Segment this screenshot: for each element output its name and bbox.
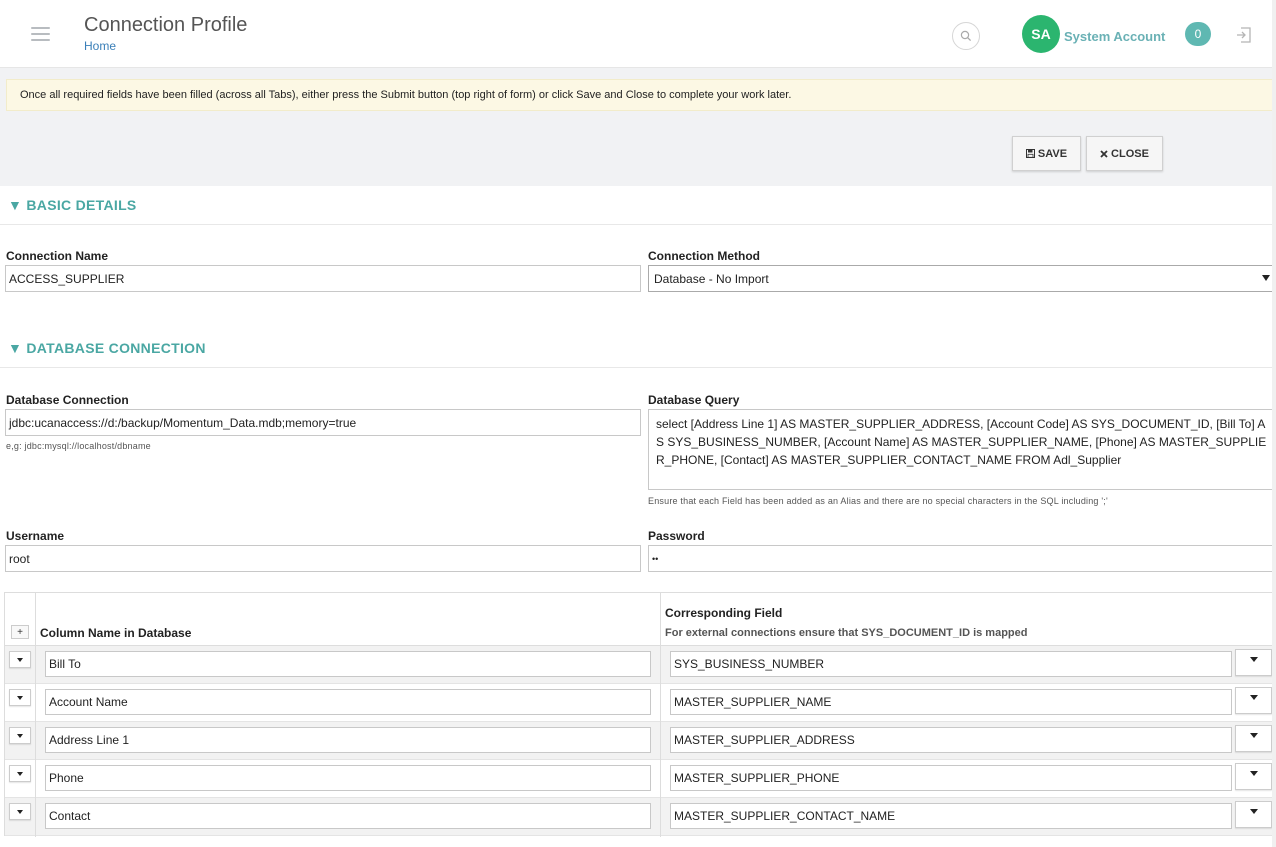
connection-method-select[interactable]: Database - No Import [648,265,1275,292]
row-actions-dropdown[interactable] [9,651,31,668]
page-scrollbar[interactable] [1272,0,1276,847]
database-query-help: Ensure that each Field has been added as… [648,496,1108,506]
table-row: Bill To SYS_BUSINESS_NUMBER [5,646,1276,684]
column-header-field-note: For external connections ensure that SYS… [665,627,1028,639]
connection-name-input[interactable]: ACCESS_SUPPLIER [5,265,641,292]
column-name-input[interactable]: Contact [45,803,651,829]
column-divider [35,593,36,837]
chevron-down-icon [1250,771,1258,776]
column-name-input[interactable]: Bill To [45,651,651,677]
chevron-down-icon [17,810,23,814]
field-select-dropdown[interactable] [1235,725,1272,752]
chevron-down-icon [17,658,23,662]
column-header-field: Corresponding Field [665,606,783,620]
corresponding-field-input[interactable]: MASTER_SUPPLIER_ADDRESS [670,727,1232,753]
connection-name-label: Connection Name [6,249,109,263]
row-actions-dropdown[interactable] [9,727,31,744]
column-name-input[interactable]: Account Name [45,689,651,715]
column-name-input[interactable]: Address Line 1 [45,727,651,753]
avatar[interactable]: SA [1022,15,1060,53]
section-title-basic-details: BASIC DETAILS [26,197,137,213]
username-label: Username [6,529,65,543]
database-connection-help: e,g: jdbc:mysql://localhost/dbname [6,441,151,451]
page-title: Connection Profile [84,14,248,36]
corresponding-field-input[interactable]: MASTER_SUPPLIER_CONTACT_NAME [670,803,1232,829]
column-name-input[interactable]: Phone [45,765,651,791]
hamburger-icon[interactable] [31,27,50,41]
field-select-dropdown[interactable] [1235,801,1272,828]
save-button-label: SAVE [1037,147,1068,160]
corresponding-field-input[interactable]: MASTER_SUPPLIER_PHONE [670,765,1232,791]
save-button[interactable]: SAVE [1012,136,1081,171]
column-divider [660,593,661,837]
logout-icon[interactable] [1235,26,1253,44]
field-select-dropdown[interactable] [1235,649,1272,676]
chevron-down-icon [1250,809,1258,814]
chevron-down-icon [17,734,23,738]
divider [0,367,1276,368]
column-mapping-table: + Column Name in Database Corresponding … [4,592,1276,837]
row-actions-dropdown[interactable] [9,803,31,820]
username-input[interactable]: root [5,545,641,572]
password-label: Password [648,529,705,543]
table-row: Account Name MASTER_SUPPLIER_NAME [5,684,1276,722]
top-bar: Connection Profile Home SA System Accoun… [0,0,1276,68]
connection-method-value: Database - No Import [654,271,769,286]
chevron-down-icon [1250,695,1258,700]
database-connection-label: Database Connection [6,393,129,407]
section-title-database-connection: DATABASE CONNECTION [26,340,206,356]
connection-method-label: Connection Method [648,249,760,263]
database-connection-input[interactable]: jdbc:ucanaccess://d:/backup/Momentum_Dat… [5,409,641,436]
notification-badge[interactable]: 0 [1185,22,1211,46]
floppy-disk-icon [1025,149,1035,158]
section-basic-details[interactable]: ▼ BASIC DETAILS [8,197,137,213]
corresponding-field-input[interactable]: MASTER_SUPPLIER_NAME [670,689,1232,715]
column-header-database: Column Name in Database [40,626,192,640]
close-icon [1100,149,1108,158]
user-name[interactable]: System Account [1064,29,1165,44]
chevron-down-icon [1250,657,1258,662]
close-button-label: CLOSE [1111,147,1149,160]
table-row: Contact MASTER_SUPPLIER_CONTACT_NAME [5,798,1276,836]
field-select-dropdown[interactable] [1235,763,1272,790]
search-icon[interactable] [952,22,980,50]
info-notice: Once all required fields have been fille… [6,79,1274,111]
table-row: Address Line 1 MASTER_SUPPLIER_ADDRESS [5,722,1276,760]
corresponding-field-input[interactable]: SYS_BUSINESS_NUMBER [670,651,1232,677]
database-query-label: Database Query [648,393,740,407]
chevron-down-icon [1250,733,1258,738]
table-header: + Column Name in Database Corresponding … [5,593,1276,646]
row-actions-dropdown[interactable] [9,765,31,782]
triangle-down-icon: ▼ [8,340,23,356]
field-select-dropdown[interactable] [1235,687,1272,714]
divider [0,224,1276,225]
chevron-down-icon [17,772,23,776]
chevron-down-icon [17,696,23,700]
password-input[interactable]: •• [648,545,1275,572]
breadcrumb-home[interactable]: Home [84,39,116,53]
close-button[interactable]: CLOSE [1086,136,1163,171]
database-query-textarea[interactable]: select [Address Line 1] AS MASTER_SUPPLI… [648,409,1275,490]
triangle-down-icon: ▼ [8,197,23,213]
section-database-connection[interactable]: ▼ DATABASE CONNECTION [8,340,206,356]
chevron-down-icon [1262,275,1270,281]
row-actions-dropdown[interactable] [9,689,31,706]
table-row: Phone MASTER_SUPPLIER_PHONE [5,760,1276,798]
add-row-button[interactable]: + [11,625,29,639]
